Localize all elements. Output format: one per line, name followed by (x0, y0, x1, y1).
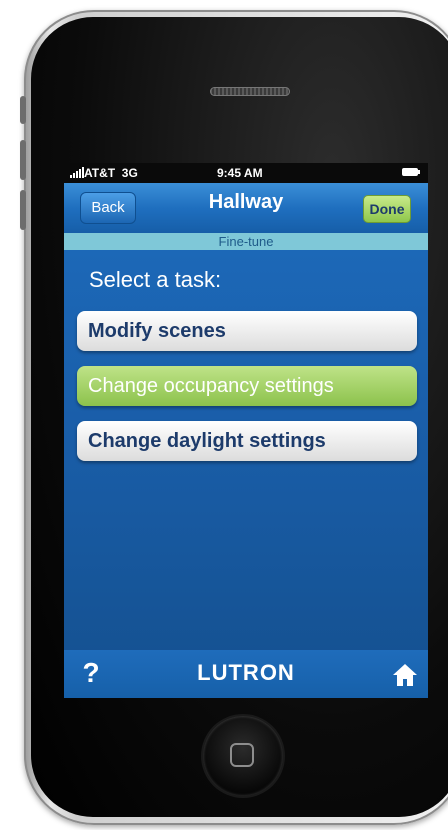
nav-bar: Back Hallway Done (64, 183, 428, 234)
network-type: 3G (121, 166, 138, 180)
home-icon[interactable] (392, 662, 418, 688)
done-button[interactable]: Done (363, 195, 411, 223)
carrier-name: AT&T (84, 166, 116, 180)
signal-icon (70, 167, 84, 178)
earpiece-speaker (210, 87, 290, 96)
subtitle-bar: Fine-tune (64, 233, 428, 250)
mute-switch (20, 96, 26, 124)
hardware-home-button[interactable] (203, 716, 283, 796)
volume-up-button (20, 140, 26, 180)
app-screen: AT&T 3G 9:45 AM Back Hallway Done Fine-t… (64, 163, 428, 698)
battery-icon (402, 168, 420, 176)
status-time: 9:45 AM (217, 166, 263, 180)
footer-bar: ? LUTRON (64, 650, 428, 698)
home-square-icon (230, 743, 254, 767)
volume-down-button (20, 190, 26, 230)
status-bar: AT&T 3G 9:45 AM (64, 163, 428, 183)
brand-logo: LUTRON (197, 660, 295, 685)
carrier-label: AT&T 3G (84, 166, 138, 180)
task-modify-scenes-button[interactable]: Modify scenes (77, 311, 417, 351)
task-occupancy-settings-button[interactable]: Change occupancy settings (77, 366, 417, 406)
task-daylight-settings-button[interactable]: Change daylight settings (77, 421, 417, 461)
task-prompt: Select a task: (89, 267, 222, 292)
